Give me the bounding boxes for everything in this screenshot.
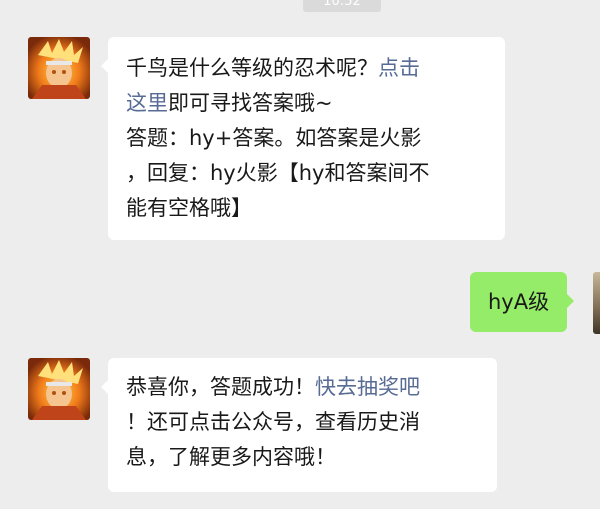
message-line: ，回复：hy火影【hy和答案间不 [126, 161, 430, 185]
message-line: ！还可点击公众号，查看历史消 [126, 410, 420, 434]
message-link[interactable]: 快去抽奖吧 [315, 375, 420, 399]
message-link[interactable]: 这里 [126, 91, 168, 115]
message-line: 答题：hy+答案。如答案是火影 [126, 126, 422, 150]
avatar-image-icon [28, 358, 90, 420]
message-bubble-outgoing: hyA级 [470, 272, 575, 332]
message-line: 能有空格哦】 [126, 196, 252, 220]
message-bubble-incoming: 恭喜你，答题成功！快去抽奖吧 ！还可点击公众号，查看历史消 息，了解更多内容哦！ [101, 358, 497, 492]
sender-avatar[interactable] [28, 358, 90, 420]
message-line: 千鸟是什么等级的忍术呢？点击 [126, 51, 487, 86]
message-text: hyA级 [488, 290, 550, 314]
message-bubble-incoming: 千鸟是什么等级的忍术呢？点击 这里即可寻找答案哦~ 答题：hy+答案。如答案是火… [101, 37, 505, 240]
message-line: 这里即可寻找答案哦~ [126, 86, 487, 121]
message-line: 息，了解更多内容哦！ [126, 445, 336, 469]
chat-timestamp: 10:52 [303, 0, 381, 12]
message-text: 即可寻找答案哦~ [168, 91, 333, 115]
message-text: 恭喜你，答题成功！ [126, 375, 315, 399]
message-line: 恭喜你，答题成功！快去抽奖吧 [126, 370, 479, 405]
message-link[interactable]: 点击 [378, 56, 420, 80]
avatar-image-icon [28, 37, 90, 99]
user-avatar[interactable] [593, 272, 600, 334]
message-text: 千鸟是什么等级的忍术呢？ [126, 56, 378, 80]
sender-avatar[interactable] [28, 37, 90, 99]
